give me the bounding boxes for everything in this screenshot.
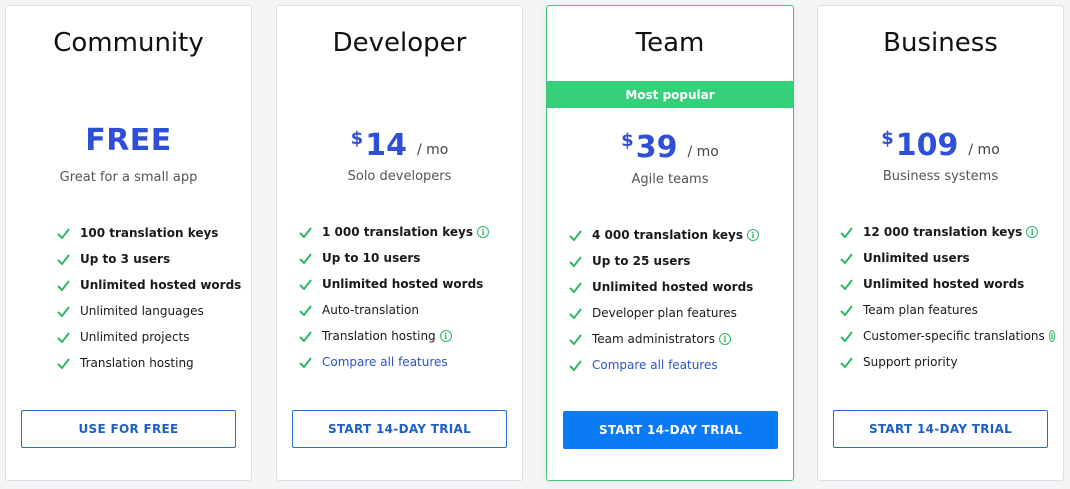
feature-item: Auto-translation — [298, 297, 514, 323]
price-amount: 109 — [895, 128, 959, 163]
checkmark-icon — [568, 280, 582, 294]
feature-item: Unlimited users — [839, 245, 1055, 271]
checkmark-icon — [56, 252, 70, 266]
currency-symbol: $ — [350, 128, 364, 149]
plan-name: Team — [635, 28, 705, 58]
feature-item: Unlimited languages — [56, 298, 243, 324]
info-circle-icon[interactable]: i — [476, 226, 489, 238]
checkmark-icon — [568, 228, 582, 242]
feature-item: Unlimited hosted words — [298, 271, 514, 297]
checkmark-icon — [298, 225, 312, 239]
plan-price: $ 109 / mo — [818, 128, 1063, 164]
price-period: / mo — [687, 144, 719, 160]
feature-list: 12 000 translation keys i Unlimited users… — [839, 219, 1055, 375]
feature-item: Compare all features — [568, 352, 785, 378]
start-trial-button[interactable]: START 14-DAY TRIAL — [833, 410, 1048, 448]
plan-card-community: Community FREE Great for a small app 100… — [5, 5, 252, 481]
start-trial-button[interactable]: START 14-DAY TRIAL — [292, 410, 507, 448]
feature-item: Unlimited hosted words — [839, 271, 1055, 297]
checkmark-icon — [839, 225, 853, 239]
plan-price: $ 14 / mo — [277, 128, 522, 164]
start-trial-button[interactable]: START 14-DAY TRIAL — [563, 411, 778, 449]
price-period: / mo — [416, 142, 449, 158]
feature-item: Customer-specific translations i — [839, 323, 1055, 349]
feature-item: Unlimited hosted words — [56, 272, 243, 298]
feature-item: Up to 3 users — [56, 246, 243, 272]
feature-item: Unlimited projects — [56, 324, 243, 350]
checkmark-icon — [56, 356, 70, 370]
plan-price: FREE — [85, 123, 172, 158]
checkmark-icon — [839, 355, 853, 369]
plan-subtitle: Solo developers — [347, 169, 452, 184]
feature-item: Team administrators i — [568, 326, 785, 352]
compare-features-link[interactable]: Compare all features — [592, 358, 718, 372]
feature-list: 4 000 translation keys i Up to 25 users U… — [568, 222, 785, 378]
plan-name: Developer — [332, 28, 467, 58]
checkmark-icon — [56, 330, 70, 344]
plan-subtitle: Agile teams — [631, 172, 709, 187]
feature-item: Support priority — [839, 349, 1055, 375]
feature-item: 1 000 translation keys i — [298, 219, 514, 245]
price-amount: 14 — [365, 128, 407, 163]
plan-price: $ 39 / mo — [547, 130, 793, 166]
currency-symbol: $ — [881, 128, 894, 149]
checkmark-icon — [568, 254, 582, 268]
plan-card-developer: Developer $ 14 / mo Solo developers 1 00… — [276, 5, 523, 481]
currency-symbol: $ — [621, 130, 634, 151]
price-period: / mo — [968, 142, 1000, 158]
plan-card-business: Business $ 109 / mo Business systems 12 … — [817, 5, 1064, 481]
feature-item: Unlimited hosted words — [568, 274, 785, 300]
checkmark-icon — [56, 304, 70, 318]
plan-name: Community — [53, 28, 204, 58]
checkmark-icon — [56, 226, 70, 240]
feature-item: Up to 25 users — [568, 248, 785, 274]
feature-item: 100 translation keys — [56, 220, 243, 246]
feature-item: Translation hosting — [56, 350, 243, 376]
most-popular-badge: Most popular — [547, 81, 793, 108]
info-circle-icon[interactable]: i — [1048, 330, 1055, 342]
checkmark-icon — [839, 329, 853, 343]
checkmark-icon — [298, 251, 312, 265]
feature-item: 4 000 translation keys i — [568, 222, 785, 248]
feature-item: Developer plan features — [568, 300, 785, 326]
info-circle-icon[interactable]: i — [1026, 226, 1039, 238]
checkmark-icon — [839, 251, 853, 265]
checkmark-icon — [839, 303, 853, 317]
feature-item: Up to 10 users — [298, 245, 514, 271]
plan-subtitle: Business systems — [882, 169, 999, 184]
plan-card-team: Team Most popular $ 39 / mo Agile teams … — [546, 5, 794, 481]
checkmark-icon — [56, 278, 70, 292]
checkmark-icon — [568, 358, 582, 372]
checkmark-icon — [298, 355, 312, 369]
checkmark-icon — [839, 277, 853, 291]
info-circle-icon[interactable]: i — [439, 330, 452, 342]
feature-item: Compare all features — [298, 349, 514, 375]
feature-list: 100 translation keys Up to 3 users Unlim… — [56, 220, 243, 376]
feature-list: 1 000 translation keys i Up to 10 users U… — [298, 219, 514, 375]
use-for-free-button[interactable]: USE FOR FREE — [21, 410, 236, 448]
checkmark-icon — [298, 277, 312, 291]
feature-item: Team plan features — [839, 297, 1055, 323]
checkmark-icon — [568, 332, 582, 346]
compare-features-link[interactable]: Compare all features — [322, 355, 448, 369]
feature-item: Translation hosting i — [298, 323, 514, 349]
price-amount: 39 — [635, 130, 678, 165]
plan-subtitle: Great for a small app — [59, 170, 198, 185]
checkmark-icon — [568, 306, 582, 320]
info-circle-icon[interactable]: i — [746, 229, 759, 241]
feature-item: 12 000 translation keys i — [839, 219, 1055, 245]
plan-name: Business — [883, 28, 998, 58]
info-circle-icon[interactable]: i — [718, 333, 731, 345]
checkmark-icon — [298, 303, 312, 317]
checkmark-icon — [298, 329, 312, 343]
